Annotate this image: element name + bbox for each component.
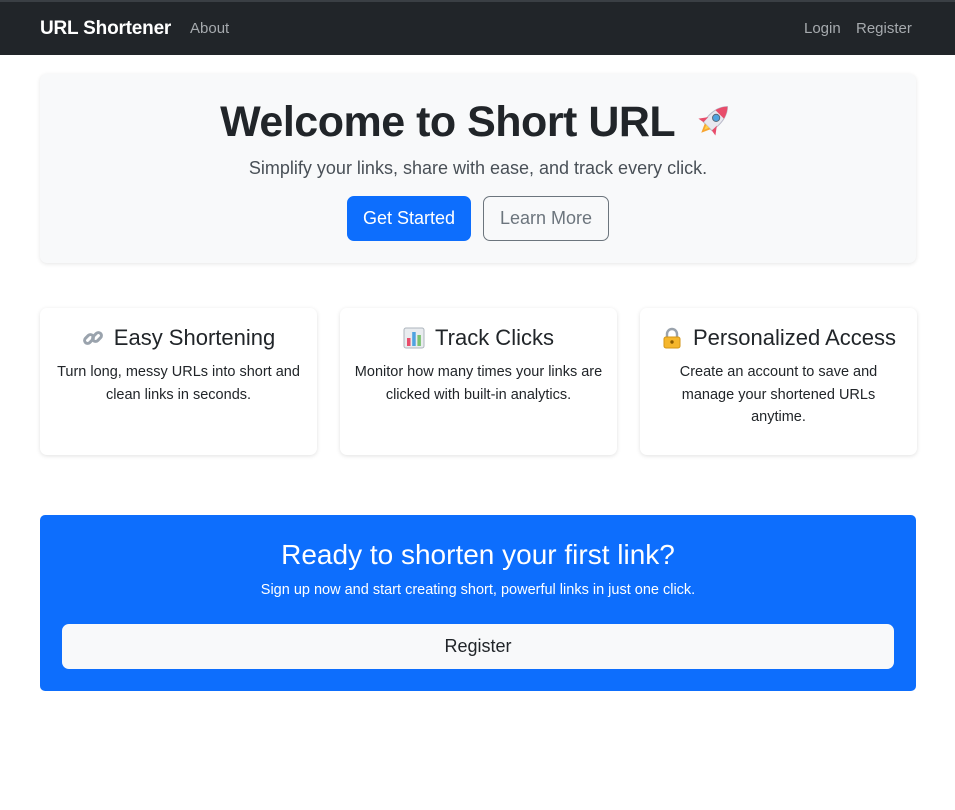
feature-title-text: Track Clicks — [435, 325, 554, 350]
brand-logo[interactable]: URL Shortener — [40, 18, 171, 40]
register-button[interactable]: Register — [62, 624, 894, 669]
link-icon — [82, 331, 103, 345]
feature-text: Turn long, messy URLs into short and cle… — [57, 364, 300, 403]
feature-card-track-clicks: Track Clicks Monitor how many times your… — [340, 308, 617, 455]
get-started-button[interactable]: Get Started — [347, 196, 471, 241]
bar-chart-icon — [403, 327, 425, 349]
nav-link-about[interactable]: About — [190, 20, 229, 37]
feature-card-easy-shortening: Easy Shortening Turn long, messy URLs in… — [40, 308, 317, 455]
hero-title-text: Welcome to Short URL — [220, 98, 675, 146]
hero-section: Welcome to Short URL Simplify your links… — [40, 74, 916, 263]
feature-title: Track Clicks — [340, 325, 617, 351]
learn-more-button[interactable]: Learn More — [483, 196, 609, 241]
cta-text: Sign up now and start creating short, po… — [260, 582, 696, 598]
feature-title: Easy Shortening — [40, 325, 317, 351]
feature-title: Personalized Access — [640, 325, 917, 351]
feature-title-text: Easy Shortening — [113, 325, 276, 350]
navbar: URL Shortener About Login Register — [0, 0, 955, 55]
lock-icon — [663, 327, 681, 349]
nav-link-register[interactable]: Register — [856, 20, 912, 37]
hero-title: Welcome to Short URL — [40, 98, 916, 147]
feature-card-personalized-access: Personalized Access Create an account to… — [640, 308, 917, 455]
feature-text: Create an account to save and manage you… — [679, 364, 878, 425]
rocket-icon — [698, 105, 728, 136]
feature-text: Monitor how many times your links are cl… — [354, 364, 603, 403]
cta-title: Ready to shorten your first link? — [281, 539, 675, 570]
hero-subtitle: Simplify your links, share with ease, an… — [248, 158, 708, 178]
cta-section: Ready to shorten your first link? Sign u… — [40, 515, 916, 691]
nav-link-login[interactable]: Login — [804, 20, 841, 37]
feature-title-text: Personalized Access — [693, 325, 896, 350]
